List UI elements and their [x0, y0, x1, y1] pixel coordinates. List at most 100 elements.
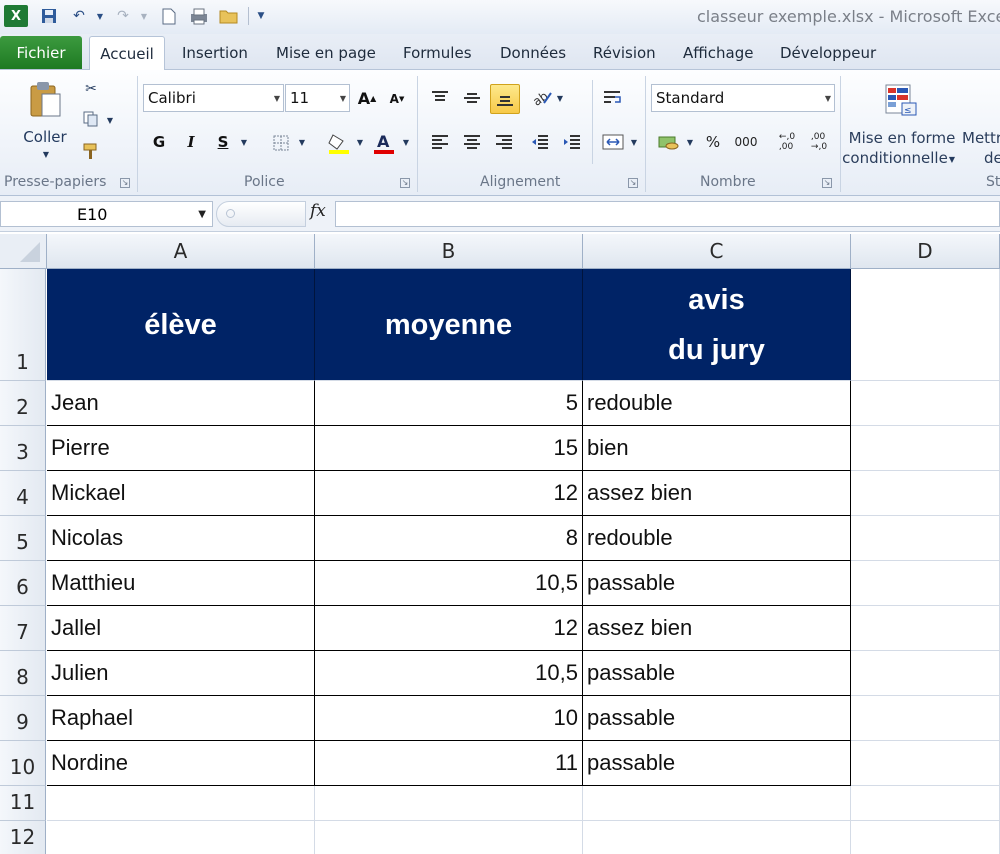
cell-b11[interactable] — [315, 786, 583, 821]
table-cell-eleve[interactable]: Raphael — [47, 696, 315, 741]
cell-a1[interactable]: élève — [47, 269, 315, 381]
row-header-2[interactable]: 2 — [0, 381, 46, 426]
accounting-dropdown-icon[interactable]: ▼ — [684, 136, 696, 148]
undo-dropdown-icon[interactable]: ▼ — [94, 5, 106, 27]
clipboard-launcher-icon[interactable]: ↘ — [120, 178, 130, 188]
table-cell-moyenne[interactable]: 11 — [315, 741, 583, 786]
table-cell-d[interactable] — [851, 516, 1000, 561]
row-header-9[interactable]: 9 — [0, 696, 46, 741]
tab-fichier[interactable]: Fichier — [0, 36, 82, 69]
row-header-4[interactable]: 4 — [0, 471, 46, 516]
table-cell-moyenne[interactable]: 12 — [315, 471, 583, 516]
number-format-select[interactable]: Standard ▼ — [651, 84, 835, 112]
cell-d12[interactable] — [851, 821, 1000, 854]
paste-button[interactable]: Coller — [20, 126, 70, 148]
copy-dropdown-icon[interactable]: ▼ — [104, 114, 116, 126]
table-cell-d[interactable] — [851, 471, 1000, 516]
column-header-b[interactable]: B — [315, 234, 583, 269]
underline-dropdown-icon[interactable]: ▼ — [238, 136, 250, 148]
tab-formules[interactable]: Formules — [403, 36, 472, 69]
conditional-formatting-icon[interactable]: ≤ — [882, 80, 920, 120]
table-cell-avis[interactable]: passable — [583, 561, 851, 606]
orientation-dropdown-icon[interactable]: ▼ — [554, 92, 566, 104]
tab-donnees[interactable]: Données — [500, 36, 566, 69]
font-launcher-icon[interactable]: ↘ — [400, 178, 410, 188]
merge-center-icon[interactable] — [600, 130, 626, 154]
conditional-formatting-dropdown-icon[interactable]: ▼ — [946, 153, 958, 165]
table-cell-eleve[interactable]: Nicolas — [47, 516, 315, 561]
tab-revision[interactable]: Révision — [593, 36, 656, 69]
table-cell-avis[interactable]: assez bien — [583, 471, 851, 516]
align-right-icon[interactable] — [492, 130, 516, 154]
table-cell-moyenne[interactable]: 15 — [315, 426, 583, 471]
cell-b1[interactable]: moyenne — [315, 269, 583, 381]
decrease-font-size-icon[interactable]: A ▼ — [386, 88, 408, 110]
row-header-10[interactable]: 10 — [0, 741, 46, 786]
row-header-1[interactable]: 1 — [0, 269, 46, 381]
cell-a11[interactable] — [47, 786, 315, 821]
align-top-icon[interactable] — [428, 86, 452, 110]
underline-button[interactable]: S — [212, 130, 234, 154]
align-center-icon[interactable] — [460, 130, 484, 154]
table-cell-moyenne[interactable]: 10 — [315, 696, 583, 741]
insert-function-icon[interactable]: fx — [310, 201, 326, 221]
save-icon[interactable] — [38, 5, 60, 27]
table-cell-avis[interactable]: passable — [583, 651, 851, 696]
table-cell-moyenne[interactable]: 10,5 — [315, 651, 583, 696]
select-all-button[interactable] — [0, 234, 47, 269]
redo-icon[interactable]: ↷ — [112, 5, 134, 27]
table-cell-moyenne[interactable]: 12 — [315, 606, 583, 651]
number-launcher-icon[interactable]: ↘ — [822, 178, 832, 188]
row-header-8[interactable]: 8 — [0, 651, 46, 696]
table-cell-avis[interactable]: assez bien — [583, 606, 851, 651]
column-header-c[interactable]: C — [583, 234, 851, 269]
thousands-separator-button[interactable]: 000 — [732, 130, 760, 154]
table-cell-avis[interactable]: passable — [583, 696, 851, 741]
print-preview-icon[interactable] — [188, 5, 210, 27]
conditional-formatting-line1[interactable]: Mise en forme — [842, 128, 962, 148]
redo-dropdown-icon[interactable]: ▼ — [138, 5, 150, 27]
tab-mise-en-page[interactable]: Mise en page — [276, 36, 376, 69]
borders-icon[interactable] — [270, 132, 292, 154]
percent-style-button[interactable]: % — [702, 130, 724, 154]
row-header-7[interactable]: 7 — [0, 606, 46, 651]
fill-color-icon[interactable] — [326, 130, 352, 156]
table-cell-avis[interactable]: passable — [583, 741, 851, 786]
accounting-format-icon[interactable] — [656, 130, 682, 154]
align-left-icon[interactable] — [428, 130, 452, 154]
table-cell-eleve[interactable]: Jallel — [47, 606, 315, 651]
table-cell-d[interactable] — [851, 381, 1000, 426]
name-box[interactable]: E10 ▼ — [0, 201, 213, 227]
column-header-a[interactable]: A — [47, 234, 315, 269]
table-cell-d[interactable] — [851, 561, 1000, 606]
increase-font-size-icon[interactable]: A ▲ — [356, 86, 378, 110]
cut-icon[interactable]: ✂ — [80, 78, 102, 100]
tab-accueil[interactable]: Accueil — [89, 36, 165, 71]
format-as-table-line1[interactable]: Mettr — [962, 128, 1000, 148]
column-header-d[interactable]: D — [851, 234, 1000, 269]
merge-dropdown-icon[interactable]: ▼ — [628, 136, 640, 148]
expand-handle-icon[interactable] — [226, 209, 235, 218]
row-header-12[interactable]: 12 — [0, 821, 46, 854]
table-cell-avis[interactable]: redouble — [583, 516, 851, 561]
conditional-formatting-line2[interactable]: conditionnelle — [842, 148, 948, 168]
new-document-icon[interactable] — [158, 5, 180, 27]
paste-icon[interactable] — [26, 78, 64, 122]
chevron-down-icon[interactable]: ▼ — [198, 209, 206, 220]
cell-d11[interactable] — [851, 786, 1000, 821]
bold-button[interactable]: G — [148, 130, 170, 154]
increase-indent-icon[interactable] — [560, 130, 584, 154]
font-color-dropdown-icon[interactable]: ▼ — [400, 136, 412, 148]
table-cell-d[interactable] — [851, 651, 1000, 696]
table-cell-moyenne[interactable]: 5 — [315, 381, 583, 426]
open-folder-icon[interactable] — [218, 5, 240, 27]
decrease-decimal-icon[interactable]: ,00 →,0 — [806, 128, 832, 156]
borders-dropdown-icon[interactable]: ▼ — [296, 136, 308, 148]
row-header-6[interactable]: 6 — [0, 561, 46, 606]
tab-insertion[interactable]: Insertion — [182, 36, 248, 69]
wrap-text-icon[interactable] — [600, 86, 626, 110]
row-header-3[interactable]: 3 — [0, 426, 46, 471]
table-cell-eleve[interactable]: Mickael — [47, 471, 315, 516]
table-cell-moyenne[interactable]: 10,5 — [315, 561, 583, 606]
cell-b12[interactable] — [315, 821, 583, 854]
